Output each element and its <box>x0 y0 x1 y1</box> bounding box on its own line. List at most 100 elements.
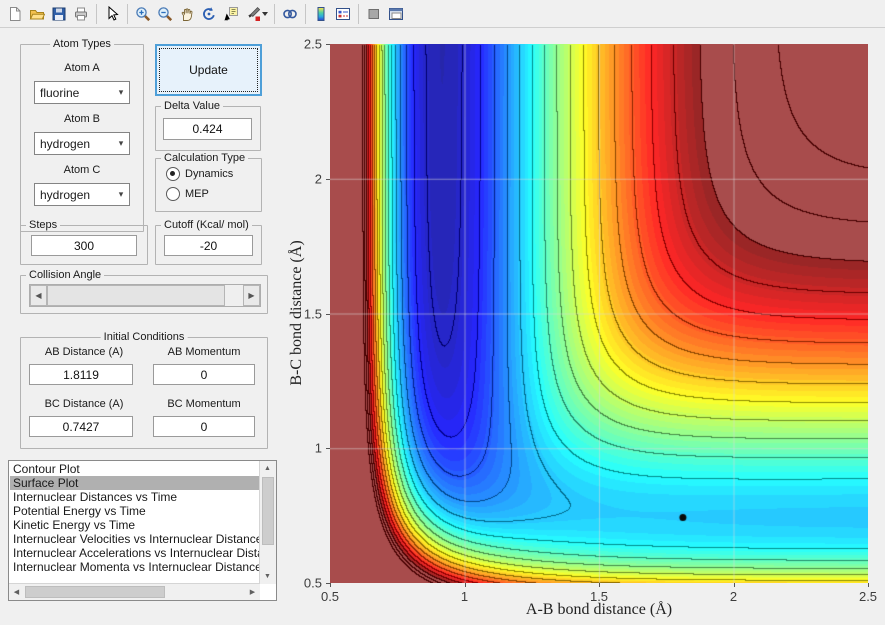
contour-plot-canvas[interactable] <box>330 44 868 583</box>
toolbar-separator <box>358 3 359 24</box>
steps-panel: Steps <box>20 219 148 265</box>
bc-momentum-label: BC Momentum <box>167 398 241 410</box>
hide-plot-tools-icon[interactable] <box>363 3 385 25</box>
toolbar-separator <box>274 3 275 24</box>
update-button[interactable]: Update <box>155 44 262 96</box>
slider-track[interactable] <box>225 285 243 306</box>
radio-mep[interactable]: MEP <box>166 187 209 201</box>
vscroll-thumb[interactable] <box>262 477 274 545</box>
radio-unselected-icon <box>166 187 180 201</box>
save-figure-icon[interactable] <box>48 3 70 25</box>
list-item[interactable]: Internuclear Accelerations vs Internucle… <box>10 546 259 560</box>
x-tick-mark <box>464 583 466 587</box>
show-plot-tools-dock-icon[interactable] <box>385 3 407 25</box>
list-item[interactable]: Surface Plot <box>10 476 259 490</box>
slider-thumb[interactable] <box>47 285 225 306</box>
link-plots-icon[interactable] <box>279 3 301 25</box>
x-tick-mark <box>733 583 735 587</box>
plot-type-list: Contour Plot Surface Plot Internuclear Dis… <box>10 462 259 583</box>
radio-mep-label: MEP <box>185 188 209 200</box>
brush-dropdown-caret-icon[interactable] <box>262 11 268 16</box>
pan-hand-icon[interactable] <box>176 3 198 25</box>
list-item[interactable]: Contour Plot <box>10 462 259 476</box>
x-tick-mark <box>868 583 869 587</box>
figure-window: Atom Types Atom A fluorine ▾ Atom B hydr… <box>0 0 885 625</box>
y-tick-label: 1 <box>314 440 322 456</box>
atom-types-panel: Atom Types Atom A fluorine ▾ Atom B hydr… <box>20 38 144 232</box>
steps-input[interactable] <box>31 235 137 256</box>
slider-left-arrow[interactable]: ◀ <box>30 285 47 306</box>
y-tick-label: 0.5 <box>303 575 322 591</box>
delta-value-input[interactable] <box>163 118 252 140</box>
y-tick-mark <box>326 178 330 180</box>
data-cursor-icon[interactable] <box>220 3 242 25</box>
collision-angle-panel: Collision Angle ◀ ▶ <box>20 269 268 314</box>
list-item[interactable]: Internuclear Velocities vs Internuclear … <box>10 532 259 546</box>
atom-a-dropdown[interactable]: fluorine ▾ <box>34 81 130 104</box>
delta-value-panel: Delta Value <box>155 100 261 151</box>
atom-a-label: Atom A <box>64 62 100 74</box>
brush-data-icon[interactable] <box>242 3 264 25</box>
rotate-3d-icon[interactable] <box>198 3 220 25</box>
bc-momentum-input[interactable] <box>153 416 255 437</box>
print-figure-icon[interactable] <box>70 3 92 25</box>
list-item[interactable]: Internuclear Momenta vs Internuclear Dis… <box>10 560 259 574</box>
chevron-down-icon: ▾ <box>118 87 124 97</box>
ab-distance-label: AB Distance (A) <box>44 346 124 358</box>
atom-b-dropdown[interactable]: hydrogen ▾ <box>34 132 130 155</box>
list-item[interactable]: Internuclear Distances vs Time <box>10 490 259 504</box>
plot-type-listbox: Contour Plot Surface Plot Internuclear Dis… <box>8 460 277 601</box>
initial-conditions-panel: Initial Conditions AB Distance (A) AB Mo… <box>20 331 268 449</box>
insert-legend-icon[interactable] <box>332 3 354 25</box>
y-tick-mark <box>326 313 330 315</box>
atom-types-title: Atom Types <box>50 38 114 50</box>
listbox-horizontal-scrollbar[interactable]: ◀ ▶ <box>9 583 260 600</box>
ab-momentum-label: AB Momentum <box>167 346 241 358</box>
cutoff-panel: Cutoff (Kcal/ mol) <box>155 219 262 265</box>
radio-dynamics[interactable]: Dynamics <box>166 167 233 181</box>
list-item[interactable]: Kinetic Energy vs Time <box>10 518 259 532</box>
scroll-left-icon[interactable]: ◀ <box>9 584 24 599</box>
initial-conditions-title: Initial Conditions <box>100 331 188 343</box>
atom-c-label: Atom C <box>63 164 101 176</box>
calculation-type-title: Calculation Type <box>161 152 249 164</box>
ab-momentum-input[interactable] <box>153 364 255 385</box>
calculation-type-panel: Calculation Type Dynamics MEP <box>155 152 262 212</box>
scroll-up-icon[interactable]: ▲ <box>260 461 275 476</box>
scroll-down-icon[interactable]: ▼ <box>260 569 275 584</box>
atom-b-label: Atom B <box>63 113 101 125</box>
atom-c-dropdown[interactable]: hydrogen ▾ <box>34 183 130 206</box>
cutoff-input[interactable] <box>164 235 253 256</box>
y-tick-mark <box>326 583 330 584</box>
slider-right-arrow[interactable]: ▶ <box>243 285 260 306</box>
chevron-down-icon: ▾ <box>118 138 124 148</box>
edit-plot-arrow-icon[interactable] <box>101 3 123 25</box>
figure-toolbar <box>0 0 885 28</box>
radio-dynamics-label: Dynamics <box>185 168 234 180</box>
collision-angle-slider: ◀ ▶ <box>29 284 261 307</box>
cutoff-title: Cutoff (Kcal/ mol) <box>161 219 252 231</box>
delta-value-title: Delta Value <box>161 100 224 112</box>
open-file-icon[interactable] <box>26 3 48 25</box>
radio-selected-icon <box>166 167 180 181</box>
listbox-vertical-scrollbar[interactable]: ▲ ▼ <box>259 461 276 584</box>
insert-colorbar-icon[interactable] <box>310 3 332 25</box>
y-axis-label: B-C bond distance (Å) <box>288 240 305 386</box>
ab-distance-input[interactable] <box>29 364 133 385</box>
hscroll-thumb[interactable] <box>25 586 165 598</box>
atom-b-value: hydrogen <box>40 136 91 151</box>
collision-angle-title: Collision Angle <box>26 269 105 281</box>
chevron-down-icon: ▾ <box>118 189 124 199</box>
list-item[interactable]: Potential Energy vs Time <box>10 504 259 518</box>
x-axis-label: A-B bond distance (Å) <box>525 601 673 618</box>
toolbar-separator <box>96 3 97 24</box>
toolbar-separator <box>127 3 128 24</box>
scroll-right-icon[interactable]: ▶ <box>245 584 260 599</box>
bc-distance-input[interactable] <box>29 416 133 437</box>
zoom-in-icon[interactable] <box>132 3 154 25</box>
toolbar-separator <box>305 3 306 24</box>
y-tick-mark <box>326 448 330 450</box>
new-document-icon[interactable] <box>4 3 26 25</box>
zoom-out-icon[interactable] <box>154 3 176 25</box>
y-tick-label: 2.5 <box>303 36 322 52</box>
